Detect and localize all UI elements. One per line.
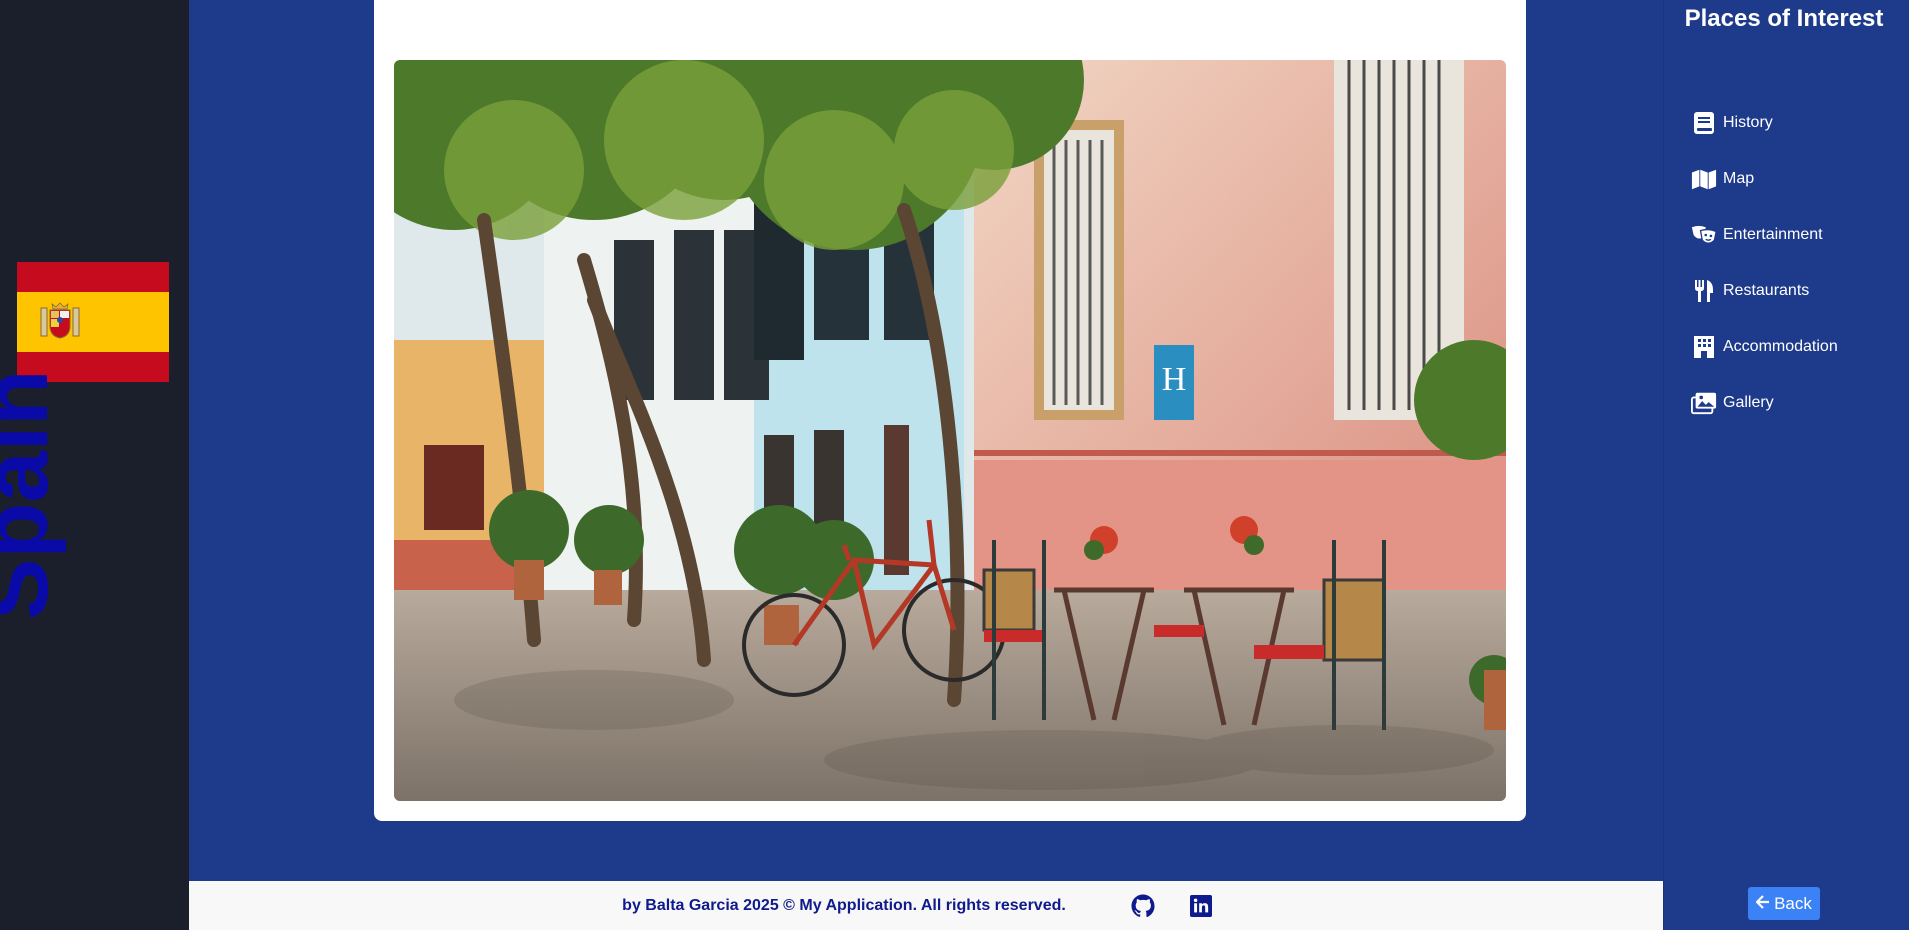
sidebar-item-label: Map	[1723, 170, 1755, 187]
coat-of-arms-icon	[40, 302, 80, 339]
spain-flag	[17, 262, 169, 382]
places-menu: History Map Entertainment Restaurants Ac…	[1691, 95, 1838, 431]
places-sidebar: Places of Interest History Map Entertain…	[1663, 0, 1909, 930]
sidebar-item-gallery[interactable]: Gallery	[1691, 375, 1838, 431]
street-photo: H	[394, 60, 1506, 801]
sidebar-item-label: Entertainment	[1723, 226, 1823, 243]
arrow-left-icon	[1755, 894, 1770, 914]
scrollbar[interactable]	[1903, 0, 1909, 930]
back-button[interactable]: Back	[1748, 887, 1820, 920]
images-icon	[1691, 390, 1717, 416]
utensils-icon	[1691, 278, 1717, 304]
footer: by Balta Garcia 2025 © My Application. A…	[189, 881, 1663, 930]
linkedin-icon[interactable]	[1188, 893, 1214, 919]
sidebar-item-restaurants[interactable]: Restaurants	[1691, 263, 1838, 319]
book-icon	[1691, 110, 1717, 136]
back-button-label: Back	[1774, 893, 1812, 913]
sidebar-item-accommodation[interactable]: Accommodation	[1691, 319, 1838, 375]
sidebar-item-history[interactable]: History	[1691, 95, 1838, 151]
github-icon[interactable]	[1130, 893, 1156, 919]
country-title: Spain	[0, 370, 189, 630]
sidebar-item-label: Gallery	[1723, 394, 1774, 411]
sidebar-item-map[interactable]: Map	[1691, 151, 1838, 207]
sidebar-item-label: History	[1723, 114, 1773, 131]
main-content: H by Balta Garcia 2025 © My Application.…	[189, 0, 1663, 930]
sidebar-item-label: Restaurants	[1723, 282, 1810, 299]
photo-card: H	[374, 0, 1526, 821]
sidebar-item-label: Accommodation	[1723, 338, 1838, 355]
map-icon	[1691, 166, 1717, 192]
sidebar-item-entertainment[interactable]: Entertainment	[1691, 207, 1838, 263]
country-name-text: Spain	[0, 369, 67, 620]
hotel-icon	[1691, 334, 1717, 360]
theater-masks-icon	[1691, 222, 1717, 248]
country-sidebar: Spain	[0, 0, 189, 930]
svg-text:H: H	[1162, 361, 1187, 398]
footer-copyright: by Balta Garcia 2025 © My Application. A…	[622, 896, 1066, 914]
sidebar-title: Places of Interest	[1684, 5, 1884, 32]
